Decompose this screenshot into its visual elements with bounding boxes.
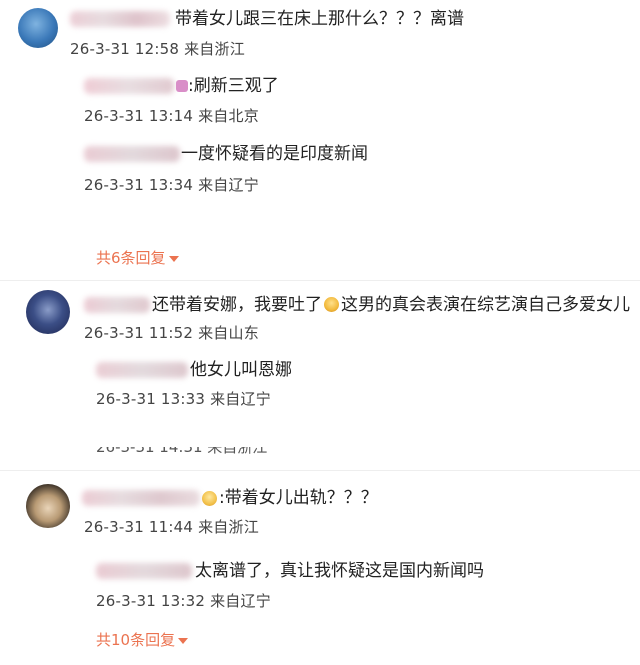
more-replies-link[interactable]: 共10条回复	[96, 631, 189, 649]
reply-username-blurred[interactable]	[96, 563, 192, 579]
comment-text: 带着女儿跟三在床上那什么？？？离谱	[175, 9, 464, 29]
comment-text-part: 这男的真会表演在综艺演自己多爱女儿	[341, 295, 630, 315]
timestamp: 26-3-31 13:34	[84, 176, 194, 194]
timestamp: 26-3-31 13:14	[84, 107, 194, 125]
comment-meta: 26-3-31 12:58 来自浙江	[70, 40, 245, 58]
timestamp: 26-3-31 13:32	[96, 592, 206, 610]
location: 来自辽宁	[210, 592, 271, 610]
location: 来自北京	[198, 107, 259, 125]
username-blurred[interactable]	[70, 11, 170, 27]
timestamp: 26-3-31 12:58	[70, 40, 180, 58]
badge-icon	[202, 491, 217, 506]
clipped-meta: 26-3-31 14:31 来自浙江	[96, 438, 268, 456]
comment-text: 还带着安娜，我要吐了 这男的真会表演在综艺演自己多爱女儿	[152, 295, 630, 315]
comment-text: :带着女儿出轨？？？	[219, 488, 378, 508]
reply-username-blurred[interactable]	[84, 146, 180, 162]
location: 来自山东	[198, 324, 259, 342]
username-blurred[interactable]	[82, 490, 200, 506]
timestamp: 26-3-31 11:44	[84, 518, 194, 536]
comment-meta: 26-3-31 11:52 来自山东	[84, 324, 259, 342]
reply-meta: 26-3-31 13:33 来自辽宁	[96, 390, 271, 408]
comment-meta: 26-3-31 11:44 来自浙江	[84, 518, 259, 536]
username-blurred[interactable]	[84, 297, 150, 313]
reply-text: 太离谱了，真让我怀疑这是国内新闻吗	[195, 561, 484, 581]
reply-username-blurred[interactable]	[96, 362, 188, 378]
reply-meta: 26-3-31 13:14 来自北京	[84, 107, 259, 125]
more-replies-link[interactable]: 共6条回复	[96, 249, 179, 267]
vomit-face-icon	[324, 297, 339, 312]
location: 来自辽宁	[198, 176, 259, 194]
more-replies-label: 共6条回复	[96, 249, 166, 267]
reply-text: 他女儿叫恩娜	[190, 360, 292, 380]
avatar[interactable]	[18, 8, 58, 48]
avatar[interactable]	[26, 290, 70, 334]
location: 来自浙江	[198, 518, 259, 536]
reply-username-blurred[interactable]	[84, 78, 174, 94]
reply-meta: 26-3-31 13:32 来自辽宁	[96, 592, 271, 610]
avatar[interactable]	[26, 484, 70, 528]
reply-meta: 26-3-31 13:34 来自辽宁	[84, 176, 259, 194]
divider	[0, 280, 640, 281]
location: 来自浙江	[184, 40, 245, 58]
divider	[0, 470, 640, 471]
chevron-down-icon	[168, 255, 179, 262]
comment-text-part: 还带着安娜，我要吐了	[152, 295, 322, 315]
location: 来自辽宁	[210, 390, 271, 408]
badge-icon	[176, 80, 188, 92]
more-replies-label: 共10条回复	[96, 631, 176, 649]
reply-text: 一度怀疑看的是印度新闻	[181, 144, 368, 164]
reply-text: :刷新三观了	[188, 76, 279, 96]
timestamp: 26-3-31 11:52	[84, 324, 194, 342]
chevron-down-icon	[178, 637, 189, 644]
timestamp: 26-3-31 13:33	[96, 390, 206, 408]
